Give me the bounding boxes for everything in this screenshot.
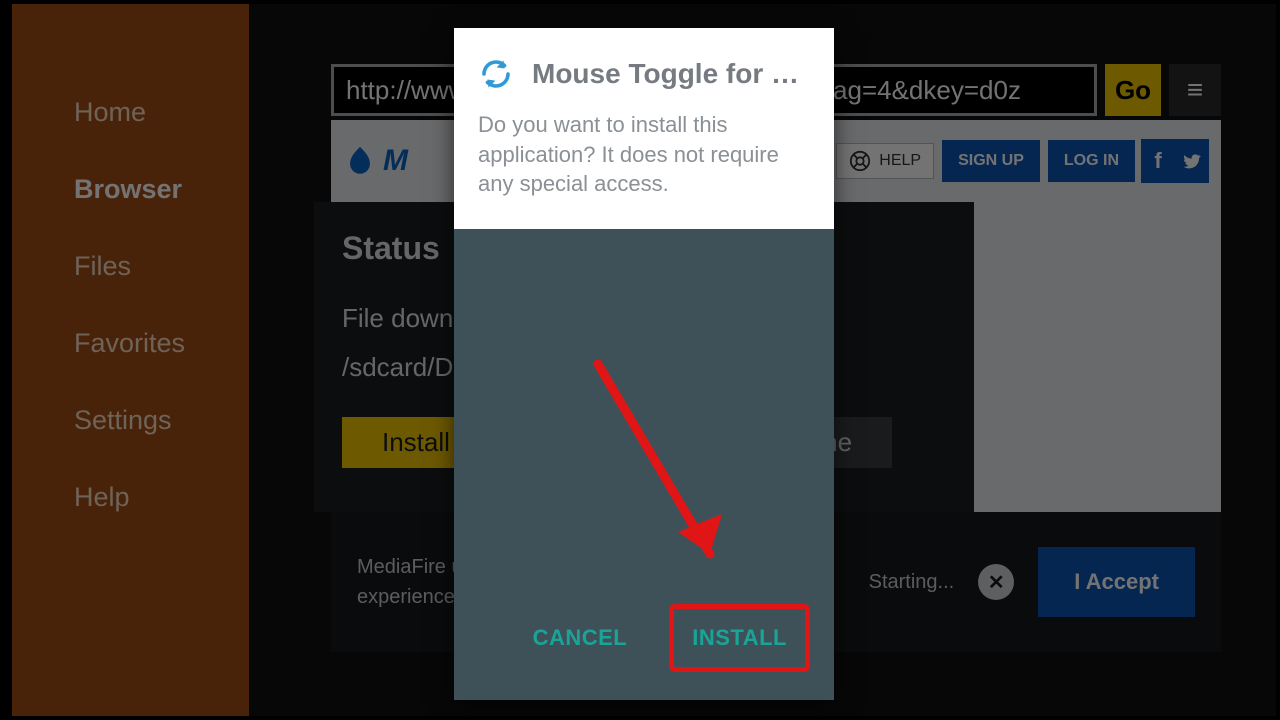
dialog-body xyxy=(454,229,834,586)
dialog-header: Mouse Toggle for Fir… Do you want to ins… xyxy=(454,28,834,229)
dialog-actions: CANCEL INSTALL xyxy=(454,586,834,700)
dialog-cancel-button[interactable]: CANCEL xyxy=(515,609,646,667)
refresh-icon xyxy=(478,56,514,92)
dialog-install-button[interactable]: INSTALL xyxy=(669,604,810,672)
app-root: Home Browser Files Favorites Settings He… xyxy=(4,4,1276,716)
dialog-title: Mouse Toggle for Fir… xyxy=(532,58,810,90)
dialog-message: Do you want to install this application?… xyxy=(478,110,810,199)
install-dialog: Mouse Toggle for Fir… Do you want to ins… xyxy=(454,28,834,700)
